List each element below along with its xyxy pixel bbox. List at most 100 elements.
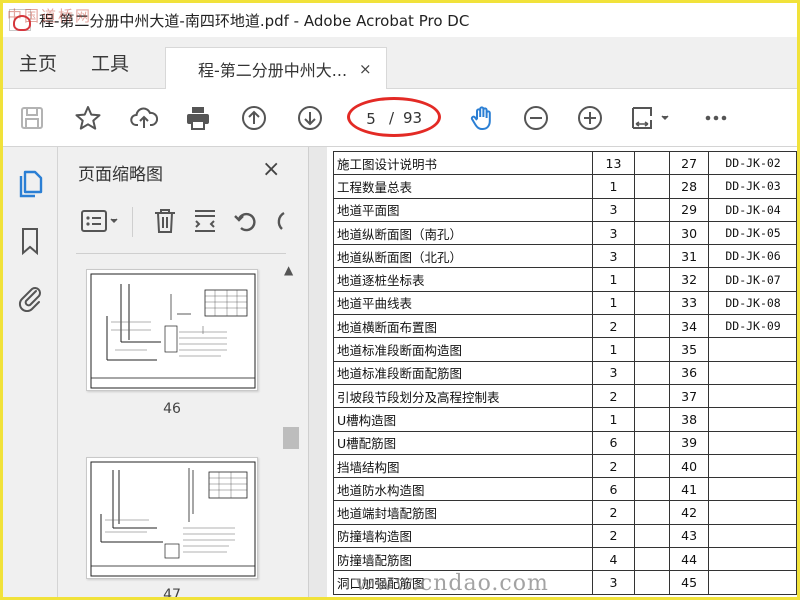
table-cell: 6	[592, 477, 635, 502]
attachment-icon[interactable]	[15, 281, 45, 313]
table-cell	[633, 197, 670, 222]
thumbnail-page[interactable]	[86, 457, 258, 579]
table-cell: DD-JK-02	[708, 150, 797, 176]
table-cell	[633, 360, 670, 385]
fit-page-icon[interactable]	[629, 103, 673, 133]
table-row: 地道纵断面图（北孔） 3 31 DD-JK-06	[332, 244, 797, 269]
rotate-right-icon[interactable]	[272, 207, 286, 235]
rotate-left-icon[interactable]	[232, 207, 260, 235]
table-row: 地道纵断面图（南孔） 3 30 DD-JK-05	[332, 220, 797, 246]
page-thumbnails-icon[interactable]	[15, 167, 45, 199]
table-cell	[633, 383, 670, 409]
table-cell: 1	[592, 174, 635, 199]
cloud-upload-icon[interactable]	[129, 103, 159, 133]
left-rail	[3, 147, 58, 597]
table-cell	[708, 407, 797, 432]
tab-tools[interactable]: 工具	[91, 49, 129, 76]
table-row: 地道平面图 3 29 DD-JK-04	[332, 197, 797, 222]
table-cell	[708, 547, 797, 572]
table-cell: 地道平面图	[332, 197, 594, 222]
table-row: 引坡段节段划分及高程控制表 2 37	[332, 383, 797, 409]
print-icon[interactable]	[183, 103, 213, 133]
table-cell: 地道标准段断面构造图	[332, 337, 594, 362]
thumbnail-page[interactable]	[86, 269, 258, 391]
table-cell: 4	[592, 547, 635, 572]
extract-pages-icon[interactable]	[192, 207, 218, 235]
options-menu-icon[interactable]	[80, 207, 120, 235]
table-cell: 42	[668, 500, 710, 525]
table-cell	[633, 500, 670, 525]
table-cell	[708, 383, 797, 409]
zoom-in-icon[interactable]	[575, 103, 605, 133]
table-cell	[633, 547, 670, 572]
table-cell: 2	[592, 500, 635, 525]
panel-toolbar	[76, 205, 306, 239]
close-icon[interactable]: ×	[359, 60, 372, 78]
more-icon[interactable]	[701, 103, 731, 133]
thumbnail-page-number: 46	[163, 401, 181, 417]
table-cell: 28	[668, 174, 710, 199]
table-cell	[633, 407, 670, 432]
scrollbar-thumb[interactable]	[283, 427, 299, 449]
table-cell: 3	[592, 220, 635, 246]
page-down-icon[interactable]	[295, 103, 325, 133]
table-cell: 32	[668, 267, 710, 292]
delete-icon[interactable]	[152, 207, 178, 235]
save-icon[interactable]	[17, 103, 47, 133]
table-cell: 44	[668, 547, 710, 572]
star-icon[interactable]	[73, 103, 103, 133]
close-icon[interactable]: ×	[262, 157, 280, 182]
page-up-icon[interactable]	[239, 103, 269, 133]
tab-document[interactable]: 程-第二分册中州大... ×	[165, 47, 387, 89]
table-row: 地道逐桩坐标表 1 32 DD-JK-07	[332, 267, 797, 292]
document-page: 施工图设计说明书 13 27 DD-JK-02 工程数量总表 1 28 DD-JK-03 地道平…	[327, 147, 797, 597]
thumbnail-panel: 页面缩略图 × 46 47 ▲	[58, 147, 309, 600]
table-cell: 29	[668, 197, 710, 222]
table-cell	[708, 477, 797, 502]
window-title: 程-第二分册中州大道-南四环地道.pdf - Adobe Acrobat Pro…	[39, 11, 470, 30]
table-cell: 工程数量总表	[332, 174, 594, 199]
thumbnail-page-number: 47	[163, 587, 181, 600]
table-cell: DD-JK-05	[708, 220, 797, 246]
bookmark-icon[interactable]	[15, 225, 45, 257]
table-cell: 施工图设计说明书	[332, 150, 594, 176]
table-cell: 1	[592, 407, 635, 432]
thumbnail-scrollbar[interactable]: ▲	[281, 259, 299, 597]
table-cell: 3	[592, 360, 635, 385]
table-row: 防撞墙构造图 2 43	[332, 523, 797, 549]
table-row: 施工图设计说明书 13 27 DD-JK-02	[332, 150, 797, 176]
panel-divider	[76, 253, 286, 254]
table-cell: 34	[668, 314, 710, 339]
table-cell: 地道标准段断面配筋图	[332, 360, 594, 385]
table-cell: DD-JK-08	[708, 290, 797, 316]
zoom-out-icon[interactable]	[521, 103, 551, 133]
table-cell: 27	[668, 150, 710, 176]
table-cell: 33	[668, 290, 710, 316]
table-cell: DD-JK-04	[708, 197, 797, 222]
table-cell: 地道纵断面图（北孔）	[332, 244, 594, 269]
table-cell: 3	[592, 244, 635, 269]
hand-icon[interactable]	[467, 103, 497, 133]
table-cell: 2	[592, 314, 635, 339]
table-cell: 挡墙结构图	[332, 453, 594, 479]
table-cell: 30	[668, 220, 710, 246]
chevron-up-icon[interactable]: ▲	[284, 263, 293, 277]
highlight-ellipse	[347, 97, 441, 137]
table-cell: 地道防水构造图	[332, 477, 594, 502]
table-cell: 引坡段节段划分及高程控制表	[332, 383, 594, 409]
table-cell: 38	[668, 407, 710, 432]
table-cell: 39	[668, 430, 710, 455]
table-row: 挡墙结构图 2 40	[332, 453, 797, 479]
table-cell	[633, 523, 670, 549]
table-cell	[708, 500, 797, 525]
table-cell	[708, 430, 797, 455]
document-view[interactable]: 施工图设计说明书 13 27 DD-JK-02 工程数量总表 1 28 DD-JK-03 地道平…	[309, 147, 797, 597]
watermark-bottom: www.cndao.com	[355, 571, 549, 596]
toolbar-divider	[132, 207, 133, 237]
table-row: 地道标准段断面配筋图 3 36	[332, 360, 797, 385]
tab-home[interactable]: 主页	[19, 49, 57, 76]
table-row: 地道防水构造图 6 41	[332, 477, 797, 502]
table-cell: 2	[592, 453, 635, 479]
table-row: 地道标准段断面构造图 1 35	[332, 337, 797, 362]
table-cell	[633, 150, 670, 176]
